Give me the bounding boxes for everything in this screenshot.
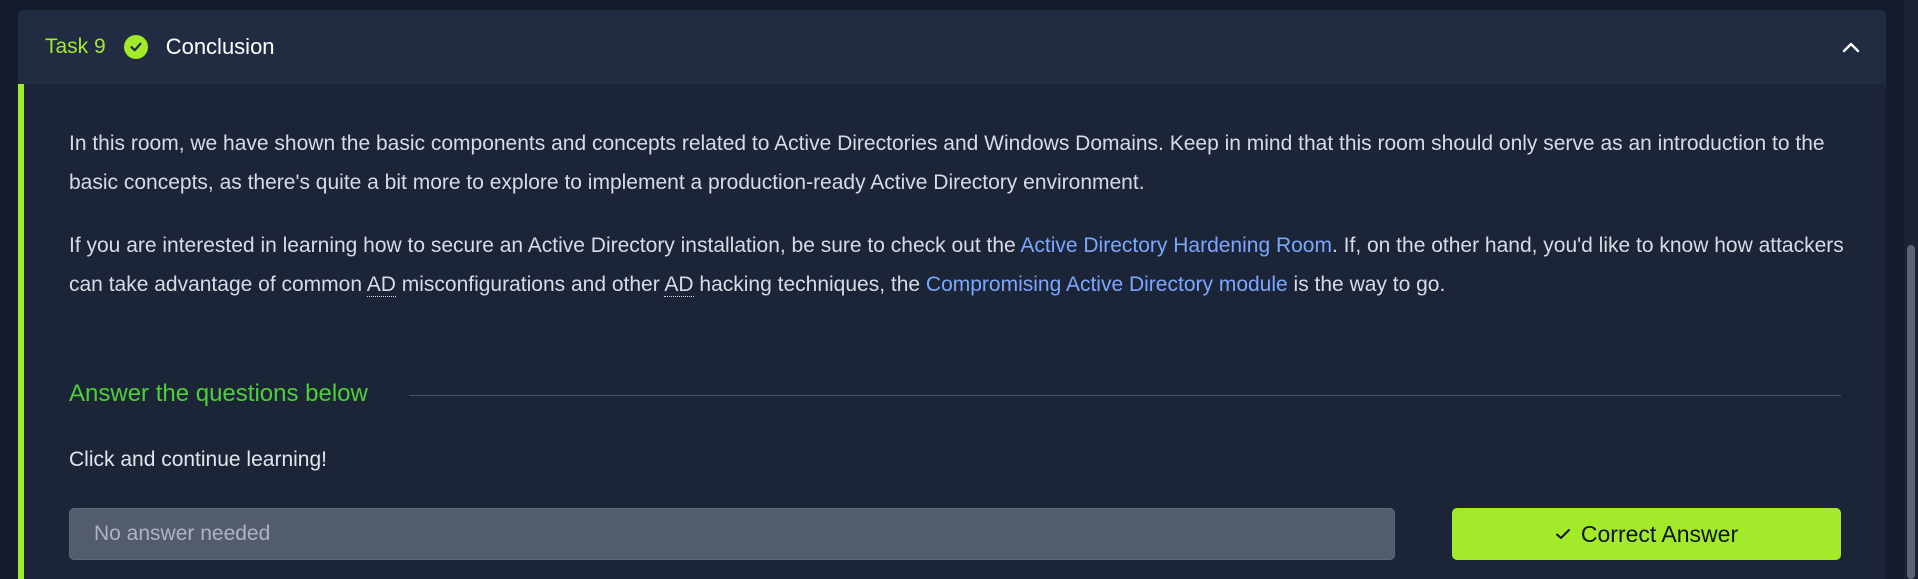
correct-answer-button[interactable]: Correct Answer	[1452, 508, 1841, 560]
task-body: In this room, we have shown the basic co…	[18, 84, 1886, 579]
hardening-room-link[interactable]: Active Directory Hardening Room	[1020, 234, 1332, 257]
task-header[interactable]: Task 9 Conclusion	[18, 10, 1886, 84]
resources-text: misconfigurations and other	[395, 273, 665, 296]
task-accent-bar	[18, 84, 24, 579]
chevron-up-icon[interactable]	[1840, 36, 1862, 58]
checkmark-icon	[1555, 527, 1571, 541]
check-circle-icon	[123, 35, 148, 59]
section-divider	[409, 395, 1841, 396]
answer-input[interactable]	[69, 508, 1395, 560]
resources-text: is the way to go.	[1287, 273, 1446, 296]
compromising-ad-module-link[interactable]: Compromising Active Directory module	[926, 273, 1288, 296]
resources-text: If you are interested in learning how to…	[69, 234, 1021, 257]
page-scrollbar[interactable]	[1904, 0, 1918, 579]
resources-paragraph: If you are interested in learning how to…	[69, 226, 1859, 304]
task-card: Task 9 Conclusion In this room, we have …	[18, 10, 1886, 579]
resources-text: hacking techniques, the	[693, 273, 926, 296]
scrollbar-thumb[interactable]	[1907, 245, 1915, 579]
answer-section-heading: Answer the questions below	[69, 380, 368, 407]
task-title: Conclusion	[165, 34, 275, 59]
intro-paragraph: In this room, we have shown the basic co…	[69, 132, 1825, 194]
question-text: Click and continue learning!	[69, 448, 327, 471]
task-number: Task 9	[45, 35, 106, 58]
correct-answer-label: Correct Answer	[1580, 520, 1739, 547]
ad-abbreviation: AD	[366, 273, 396, 297]
ad-abbreviation: AD	[664, 273, 694, 297]
